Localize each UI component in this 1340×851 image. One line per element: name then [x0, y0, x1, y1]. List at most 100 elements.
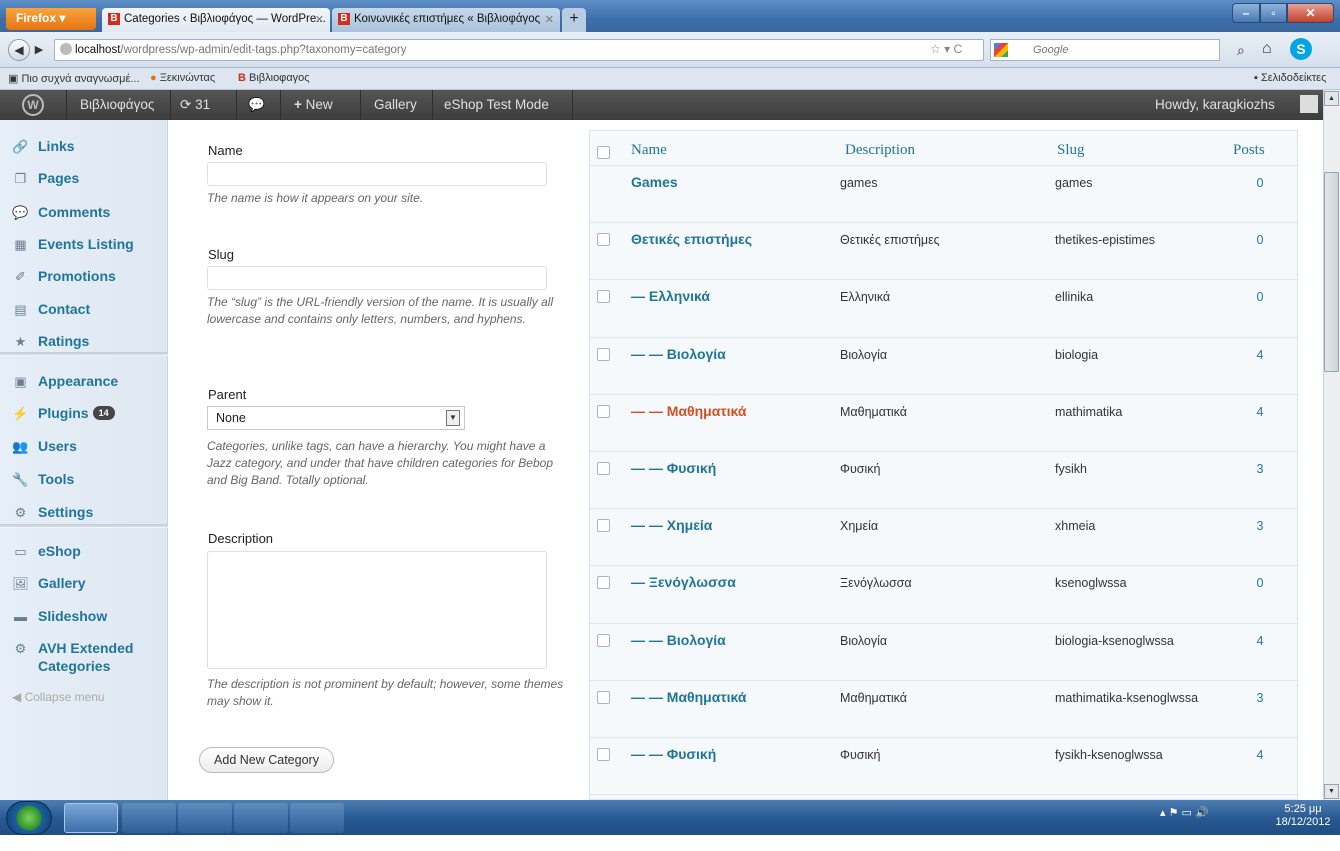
maximize-button[interactable]: ▫: [1260, 3, 1287, 23]
column-header-description[interactable]: Description: [845, 142, 915, 159]
comments-icon[interactable]: 💬: [248, 97, 265, 113]
row-checkbox[interactable]: [597, 691, 610, 704]
category-name-link[interactable]: — — Χημεία: [631, 517, 712, 533]
sidebar-item-eshop[interactable]: ▭ eShop: [0, 535, 168, 567]
url-bar[interactable]: localhost/wordpress/wp-admin/edit-tags.p…: [54, 39, 984, 61]
minimize-button[interactable]: –: [1232, 3, 1260, 23]
bookmark-vivliofagos[interactable]: B Βιβλιοφαγος: [238, 72, 310, 84]
parent-select[interactable]: None: [207, 406, 465, 430]
google-engine-icon[interactable]: [994, 43, 1008, 57]
category-name-link[interactable]: Games: [631, 174, 678, 190]
row-checkbox[interactable]: [597, 576, 610, 589]
description-textarea[interactable]: [207, 551, 547, 669]
search-input[interactable]: Google: [990, 39, 1220, 61]
bookmark-star-icon[interactable]: ☆ ▾ C: [930, 42, 962, 56]
category-posts-count[interactable]: 0: [1250, 576, 1270, 590]
howdy-user-link[interactable]: Howdy, karagkiozhs: [1155, 97, 1275, 112]
search-icon[interactable]: ⌕: [1237, 42, 1245, 59]
row-checkbox[interactable]: [597, 290, 610, 303]
sidebar-item-tools[interactable]: 🔧 Tools: [0, 463, 168, 495]
avatar[interactable]: [1300, 95, 1318, 113]
add-new-category-button[interactable]: Add New Category: [199, 747, 334, 773]
row-checkbox[interactable]: [597, 462, 610, 475]
category-posts-count[interactable]: 4: [1250, 634, 1270, 648]
category-posts-count[interactable]: 4: [1250, 405, 1270, 419]
category-posts-count[interactable]: 3: [1250, 462, 1270, 476]
category-name-link[interactable]: Θετικές επιστήμες: [631, 231, 752, 247]
wordpress-logo-icon[interactable]: W: [22, 94, 44, 116]
close-tab-icon[interactable]: ✕: [545, 13, 554, 26]
taskbar-chrome-icon[interactable]: [122, 803, 176, 833]
taskbar-firefox-icon[interactable]: [64, 803, 118, 833]
category-posts-count[interactable]: 4: [1250, 748, 1270, 762]
system-tray-icons[interactable]: ▴ ⚑ ▭ 🔊: [1160, 806, 1209, 819]
category-name-link[interactable]: — — Μαθηματικά: [631, 689, 746, 705]
category-name-link[interactable]: — — Φυσική: [631, 746, 716, 762]
sidebar-item-links[interactable]: 🔗 Links: [0, 130, 168, 162]
sidebar-item-events-listing[interactable]: ▦ Events Listing: [0, 228, 168, 260]
scroll-up-button[interactable]: ▲: [1324, 91, 1339, 106]
sidebar-item-slideshow[interactable]: ▬ Slideshow: [0, 600, 168, 632]
close-tab-icon[interactable]: ✕: [315, 13, 324, 26]
chevron-down-icon[interactable]: ▼: [446, 410, 460, 426]
row-checkbox[interactable]: [597, 233, 610, 246]
home-icon[interactable]: ⌂: [1262, 40, 1272, 58]
site-identity-icon[interactable]: [60, 43, 72, 55]
taskbar-explorer-icon[interactable]: [178, 803, 232, 833]
category-name-link[interactable]: — — Μαθηματικά: [631, 403, 746, 419]
category-name-link[interactable]: — Ελληνικά: [631, 288, 710, 304]
forward-button[interactable]: ▶: [30, 41, 48, 59]
column-header-slug[interactable]: Slug: [1057, 142, 1085, 159]
sidebar-item-pages[interactable]: ❐ Pages: [0, 162, 168, 194]
updates-link[interactable]: ⟳ 31: [180, 97, 210, 113]
category-posts-count[interactable]: 3: [1250, 691, 1270, 705]
sidebar-item-avh-extended[interactable]: ⚙ AVH Extended Categories: [0, 632, 168, 674]
sidebar-item-comments[interactable]: 💬 Comments: [0, 196, 168, 228]
column-header-name[interactable]: Name: [631, 142, 667, 159]
row-checkbox[interactable]: [597, 405, 610, 418]
category-posts-count[interactable]: 3: [1250, 519, 1270, 533]
scrollbar-thumb[interactable]: [1324, 172, 1339, 372]
sidebar-item-promotions[interactable]: ✐ Promotions: [0, 260, 168, 292]
new-tab-button[interactable]: +: [562, 8, 586, 32]
sidebar-item-plugins[interactable]: ⚡ Plugins 14: [0, 397, 168, 429]
new-content-link[interactable]: + New: [294, 97, 333, 112]
start-button[interactable]: [6, 801, 52, 835]
category-name-link[interactable]: — Ξενόγλωσσα: [631, 574, 736, 590]
tab-categories[interactable]: B Categories ‹ Βιβλιοφάγος — WordPre... ✕: [102, 8, 330, 32]
taskbar-document-icon[interactable]: [234, 803, 288, 833]
name-input[interactable]: [207, 162, 547, 186]
sidebar-item-appearance[interactable]: ▣ Appearance: [0, 365, 168, 397]
tab-social-sciences[interactable]: B Κοινωνικές επιστήμες « Βιβλιοφάγος ✕: [332, 8, 560, 32]
row-checkbox[interactable]: [597, 748, 610, 761]
taskbar-clock[interactable]: 5:25 μμ 18/12/2012: [1270, 803, 1336, 829]
category-posts-count[interactable]: 0: [1250, 290, 1270, 304]
site-name-link[interactable]: Βιβλιοφάγος: [80, 97, 154, 112]
close-window-button[interactable]: ✕: [1287, 3, 1334, 23]
sidebar-item-gallery[interactable]: 🖼 Gallery: [0, 567, 168, 599]
scroll-down-button[interactable]: ▼: [1324, 784, 1339, 799]
slug-input[interactable]: [207, 266, 547, 290]
row-checkbox[interactable]: [597, 348, 610, 361]
collapse-menu-button[interactable]: ◀ Collapse menu: [12, 690, 105, 704]
category-name-link[interactable]: — — Φυσική: [631, 460, 716, 476]
skype-icon[interactable]: S: [1290, 38, 1312, 60]
sidebar-item-contact[interactable]: ▤ Contact: [0, 293, 168, 325]
bookmarks-menu[interactable]: ▪ Σελιδοδείκτες: [1254, 72, 1326, 84]
sidebar-item-users[interactable]: 👥 Users: [0, 430, 168, 462]
back-button[interactable]: ◀: [8, 39, 30, 61]
category-posts-count[interactable]: 0: [1250, 233, 1270, 247]
category-posts-count[interactable]: 4: [1250, 348, 1270, 362]
column-header-posts[interactable]: Posts: [1233, 142, 1265, 159]
bookmark-most-visited[interactable]: ▣ Πιο συχνά αναγνωσμέ...: [8, 72, 140, 85]
firefox-menu-button[interactable]: Firefox ▾: [6, 8, 96, 30]
row-checkbox[interactable]: [597, 519, 610, 532]
category-posts-count[interactable]: 0: [1250, 176, 1270, 190]
select-all-checkbox[interactable]: [597, 146, 610, 159]
gallery-link[interactable]: Gallery: [374, 97, 417, 112]
eshop-test-mode-link[interactable]: eShop Test Mode: [444, 97, 549, 112]
row-checkbox[interactable]: [597, 634, 610, 647]
taskbar-paint-icon[interactable]: [290, 803, 344, 833]
bookmark-getting-started[interactable]: ● Ξεκινώντας: [150, 72, 215, 84]
category-name-link[interactable]: — — Βιολογία: [631, 346, 726, 362]
